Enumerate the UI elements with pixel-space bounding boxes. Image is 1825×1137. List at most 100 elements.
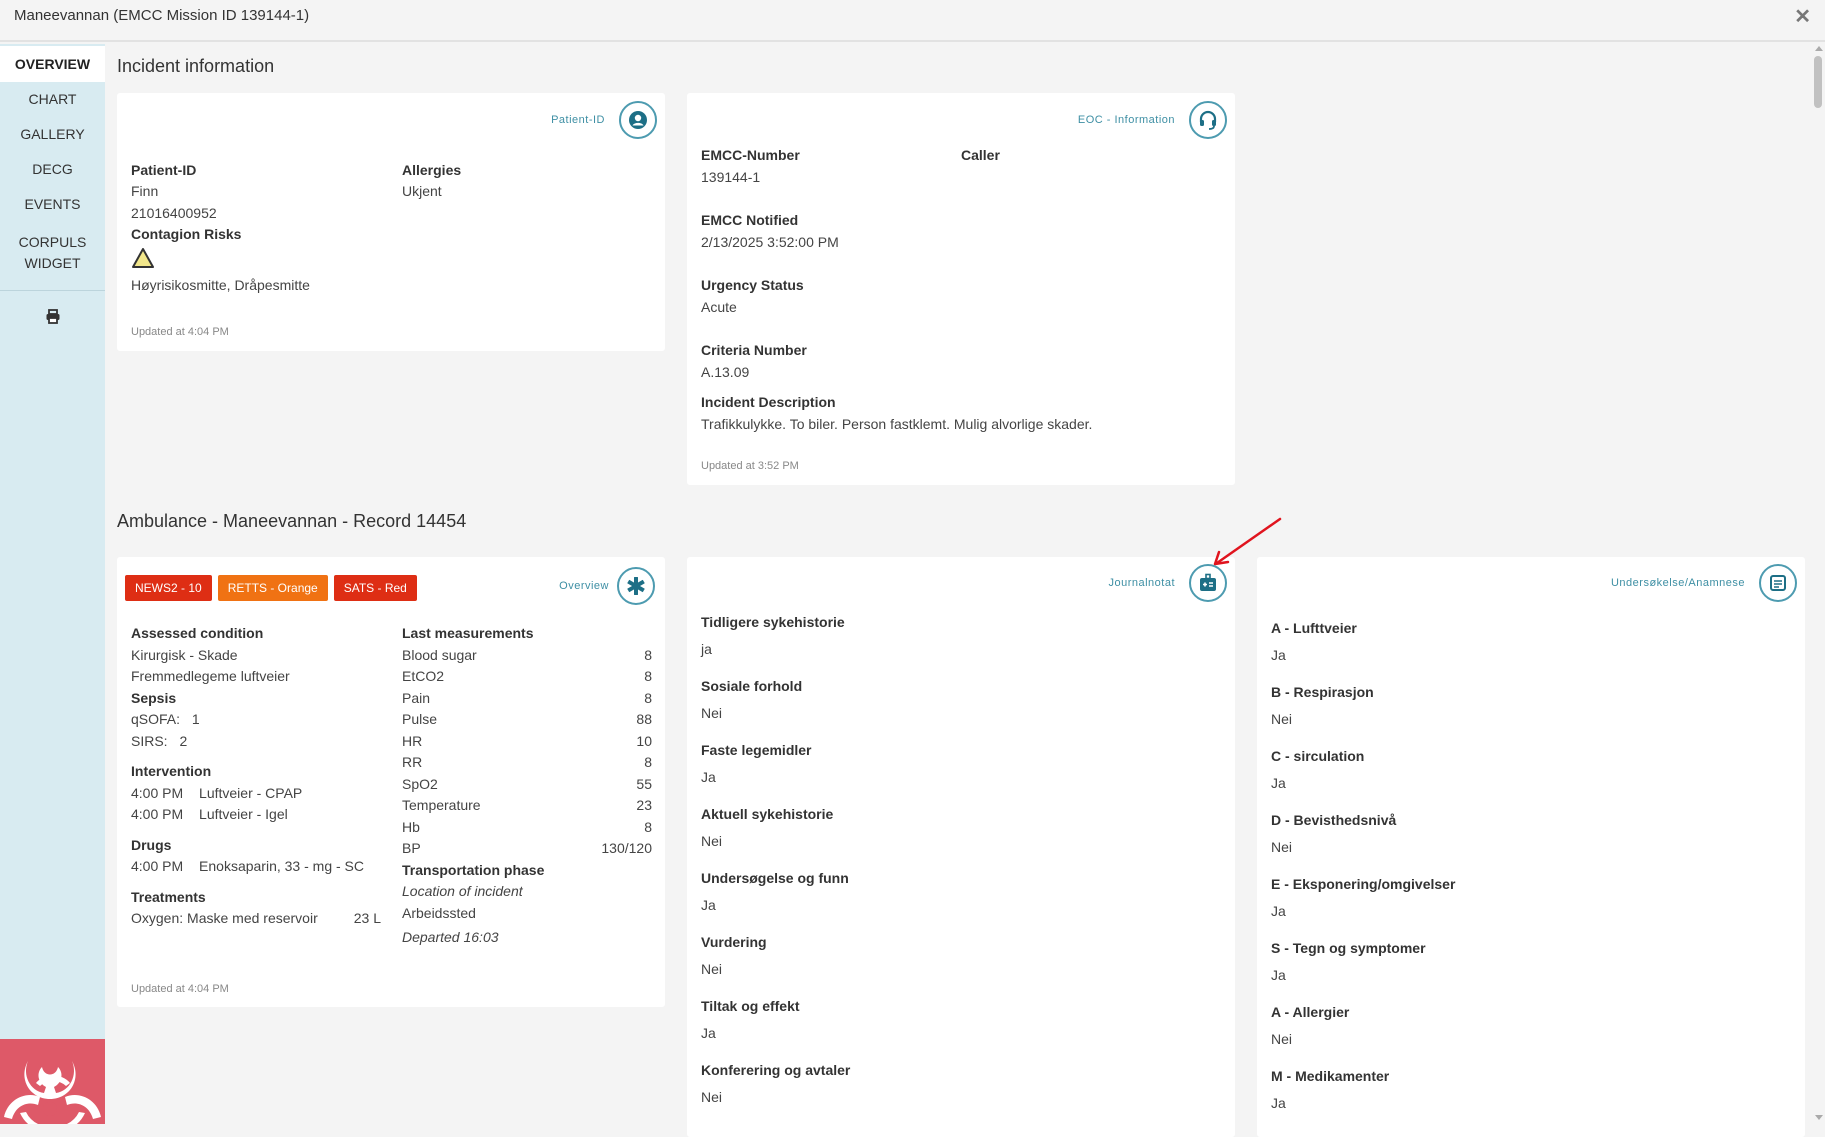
exam-card: Undersøkelse/Anamnese A - Lufttveier Ja B … — [1257, 557, 1805, 1137]
biohazard-alert[interactable] — [0, 1039, 105, 1124]
journal-card-label: Journalnotat — [1108, 577, 1175, 589]
caller-label: Caller — [961, 147, 1000, 163]
scroll-down-arrow[interactable] — [1815, 1115, 1823, 1120]
sidebar: OVERVIEW CHART GALLERY DECG EVENTS CORPU… — [0, 44, 105, 1124]
qa-item: Tidligere sykehistorie ja — [701, 613, 1201, 658]
transport-departed: Departed 16:03 — [402, 929, 499, 945]
measurement-value: 8 — [644, 818, 652, 835]
qa-label: A - Lufttveier — [1271, 620, 1357, 636]
sidebar-item-overview[interactable]: OVERVIEW — [0, 46, 105, 82]
exam-card-header: Undersøkelse/Anamnese — [1611, 564, 1797, 602]
qa-value: Ja — [1271, 647, 1286, 663]
transport-location-value: Arbeidssted — [402, 904, 476, 921]
exam-button[interactable] — [1759, 564, 1797, 602]
qa-label: M - Medikamenter — [1271, 1068, 1390, 1084]
sidebar-item-chart[interactable]: CHART — [0, 82, 105, 117]
annotation-arrow — [1213, 517, 1282, 566]
treatment-text: Oxygen: Maske med reservoir — [131, 910, 318, 926]
measurement-row: Hb 8 — [402, 817, 652, 839]
qa-value: Nei — [1271, 711, 1293, 727]
drug-time: 4:00 PM — [131, 858, 184, 874]
qa-item: A - Lufttveier Ja — [1271, 619, 1771, 664]
printer-icon — [46, 309, 59, 324]
document-icon — [1770, 575, 1786, 591]
warning-triangle-icon — [132, 248, 154, 268]
sidebar-item-decg[interactable]: DECG — [0, 152, 105, 187]
measurement-name: BP — [402, 840, 421, 856]
patient-card-header: Patient-ID — [551, 101, 657, 139]
patient-updated: Updated at 4:04 PM — [131, 326, 229, 338]
qa-item: B - Respirasjon Nei — [1271, 683, 1771, 728]
sirs-value: 2 — [179, 732, 188, 749]
qa-label: Undersøgelse og funn — [701, 870, 849, 886]
patient-id-label: Patient-ID — [131, 162, 197, 178]
scrollbar-thumb[interactable] — [1814, 56, 1822, 108]
qa-value: Ja — [701, 1025, 716, 1041]
medical-bag-icon — [1200, 573, 1216, 591]
qa-label: A - Allergier — [1271, 1004, 1350, 1020]
criteria-label: Criteria Number — [701, 342, 807, 358]
urgency-value: Acute — [701, 299, 737, 315]
qa-value: Ja — [701, 769, 716, 785]
user-circle-icon — [629, 111, 647, 129]
scroll-up-arrow[interactable] — [1815, 46, 1823, 51]
measurement-value: 8 — [644, 668, 652, 684]
vertical-scrollbar[interactable] — [1812, 44, 1825, 1124]
main-content: Incident information Patient-ID Patient-… — [105, 44, 1808, 1137]
intervention-time: 4:00 PM — [131, 784, 184, 801]
qa-label: B - Respirasjon — [1271, 684, 1374, 700]
qa-label: Sosiale forhold — [701, 678, 803, 694]
qa-item: Faste legemidler Ja — [701, 741, 1201, 786]
emcc-number-value: 139144-1 — [701, 169, 761, 185]
triage-badges: NEWS2 - 10 RETTS - Orange SATS - Red — [125, 575, 423, 601]
qa-item: Konferering og avtaler Nei — [701, 1061, 1201, 1106]
sidebar-item-corpuls-widget[interactable]: CORPULS WIDGET — [0, 222, 105, 274]
qa-label: E - Eksponering/omgivelser — [1271, 876, 1456, 892]
qa-value: Nei — [1271, 1031, 1293, 1047]
contagion-label: Contagion Risks — [131, 226, 242, 242]
qa-item: Vurdering Nei — [701, 933, 1201, 978]
qa-item: D - Bevisthedsnivå Nei — [1271, 811, 1771, 856]
qa-value: Ja — [1271, 1095, 1286, 1111]
eoc-info-button[interactable] — [1189, 101, 1227, 139]
close-icon[interactable]: ✕ — [1794, 4, 1811, 29]
measurement-name: SpO2 — [402, 775, 438, 792]
criteria-value: A.13.09 — [701, 364, 750, 380]
measurement-name: EtCO2 — [402, 668, 445, 684]
qa-label: Tiltak og effekt — [701, 998, 800, 1014]
measurement-row: Pulse 88 — [402, 709, 652, 731]
sidebar-item-gallery[interactable]: GALLERY — [0, 117, 105, 152]
patient-id-button[interactable] — [619, 101, 657, 139]
patient-card-label: Patient-ID — [551, 114, 605, 126]
qa-item: Undersøgelse og funn Ja — [701, 869, 1201, 914]
intervention-item: 4:00 PM Luftveier - CPAP — [131, 783, 391, 805]
measurement-value: 23 — [636, 797, 652, 813]
patient-id-number: 21016400952 — [131, 204, 217, 221]
assessed-label: Assessed condition — [131, 625, 264, 641]
journal-list: Tidligere sykehistorie ja Sosiale forhold N… — [701, 613, 1201, 1125]
measurement-row: EtCO2 8 — [402, 666, 652, 688]
allergies-label: Allergies — [402, 162, 462, 178]
print-button[interactable] — [0, 301, 105, 331]
measurement-value: 88 — [636, 711, 652, 727]
measurement-row: Temperature 23 — [402, 795, 652, 817]
drug-text: Enoksaparin, 33 - mg - SC — [199, 858, 364, 874]
eoc-card-header: EOC - Information — [1078, 101, 1227, 139]
ambulance-overview-card: NEWS2 - 10 RETTS - Orange SATS - Red Ove… — [117, 557, 665, 1007]
measurement-name: RR — [402, 754, 423, 770]
qa-item: E - Eksponering/omgivelser Ja — [1271, 875, 1771, 920]
journal-card: Journalnotat Tidligere sykehistorie ja Sos… — [687, 557, 1235, 1137]
measurement-row: SpO2 55 — [402, 774, 652, 796]
sidebar-divider — [0, 290, 105, 291]
qa-value: Ja — [1271, 903, 1286, 919]
measurement-name: Pulse — [402, 711, 438, 727]
qsofa-label: qSOFA: — [131, 711, 181, 727]
sidebar-item-events[interactable]: EVENTS — [0, 187, 105, 222]
overview-button[interactable] — [617, 567, 655, 605]
measurement-row: RR 8 — [402, 752, 652, 774]
sats-badge: SATS - Red — [333, 575, 417, 601]
retts-badge: RETTS - Orange — [217, 575, 328, 601]
qa-item: Tiltak og effekt Ja — [701, 997, 1201, 1042]
measurement-row: HR 10 — [402, 731, 652, 753]
measurement-name: Pain — [402, 689, 431, 706]
